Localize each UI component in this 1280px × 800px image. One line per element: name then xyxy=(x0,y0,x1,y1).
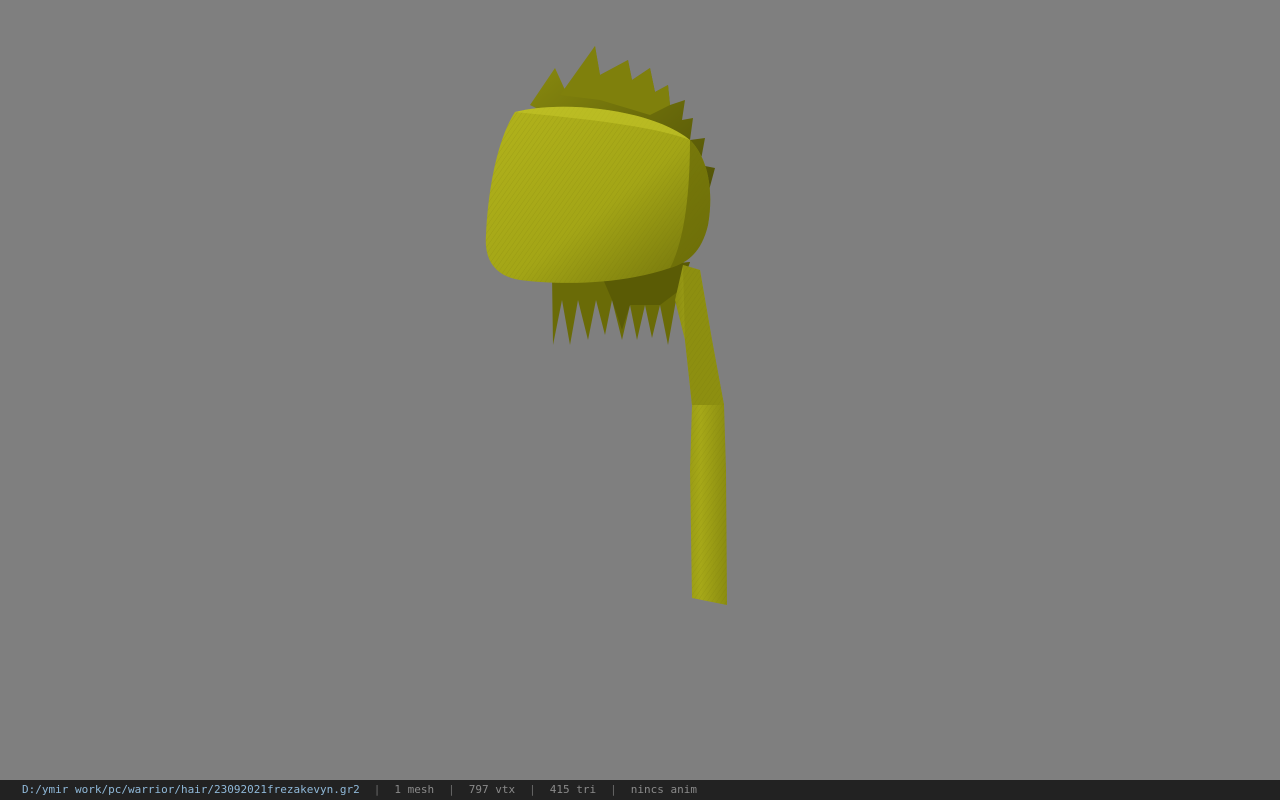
status-separator: | xyxy=(448,783,455,796)
triangle-count: 415 tri xyxy=(549,783,597,796)
status-bar: D:/ymir work/pc/warrior/hair/23092021fre… xyxy=(0,780,1280,800)
status-separator: | xyxy=(610,783,617,796)
mesh-count: 1 mesh xyxy=(394,783,435,796)
model-render xyxy=(485,46,727,605)
file-path: D:/ymir work/pc/warrior/hair/23092021fre… xyxy=(22,783,360,796)
hair-cap xyxy=(485,106,711,283)
animation-status: nincs anim xyxy=(630,783,697,796)
hair-tail xyxy=(675,265,727,605)
vertex-count: 797 vtx xyxy=(468,783,516,796)
status-separator: | xyxy=(529,783,536,796)
3d-viewport[interactable] xyxy=(0,0,1280,780)
status-separator: | xyxy=(373,783,381,796)
